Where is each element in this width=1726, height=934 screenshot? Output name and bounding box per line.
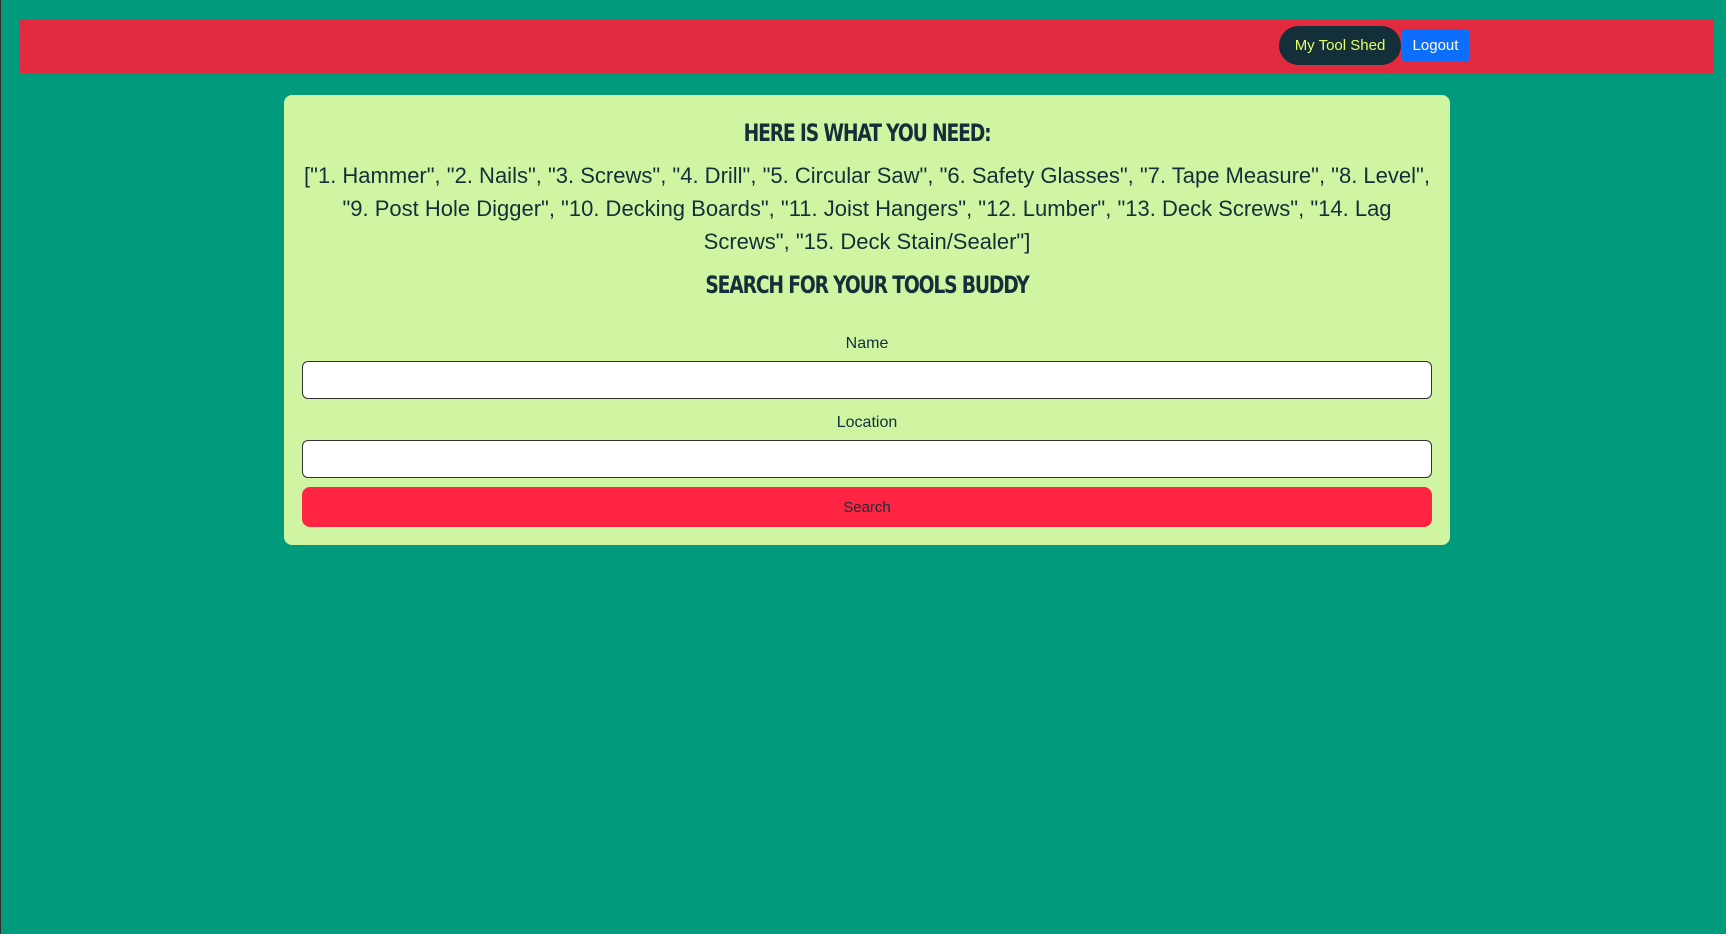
tool-list: ["1. Hammer", "2. Nails", "3. Screws", "…: [304, 163, 1430, 254]
name-label: Name: [845, 335, 889, 352]
logout-button[interactable]: Logout: [1402, 29, 1469, 62]
search-heading: Search for your tools buddy: [705, 271, 1030, 299]
search-button[interactable]: Search: [302, 487, 1432, 527]
location-input[interactable]: [302, 440, 1432, 478]
name-input[interactable]: [302, 361, 1432, 399]
navbar: My Tool Shed Logout: [20, 19, 1714, 73]
search-card: Here is what you need: ["1. Hammer", "2.…: [284, 95, 1450, 545]
location-label: Location: [836, 414, 898, 431]
needs-heading: Here is what you need:: [743, 119, 992, 147]
my-tool-shed-button[interactable]: My Tool Shed: [1279, 26, 1401, 65]
